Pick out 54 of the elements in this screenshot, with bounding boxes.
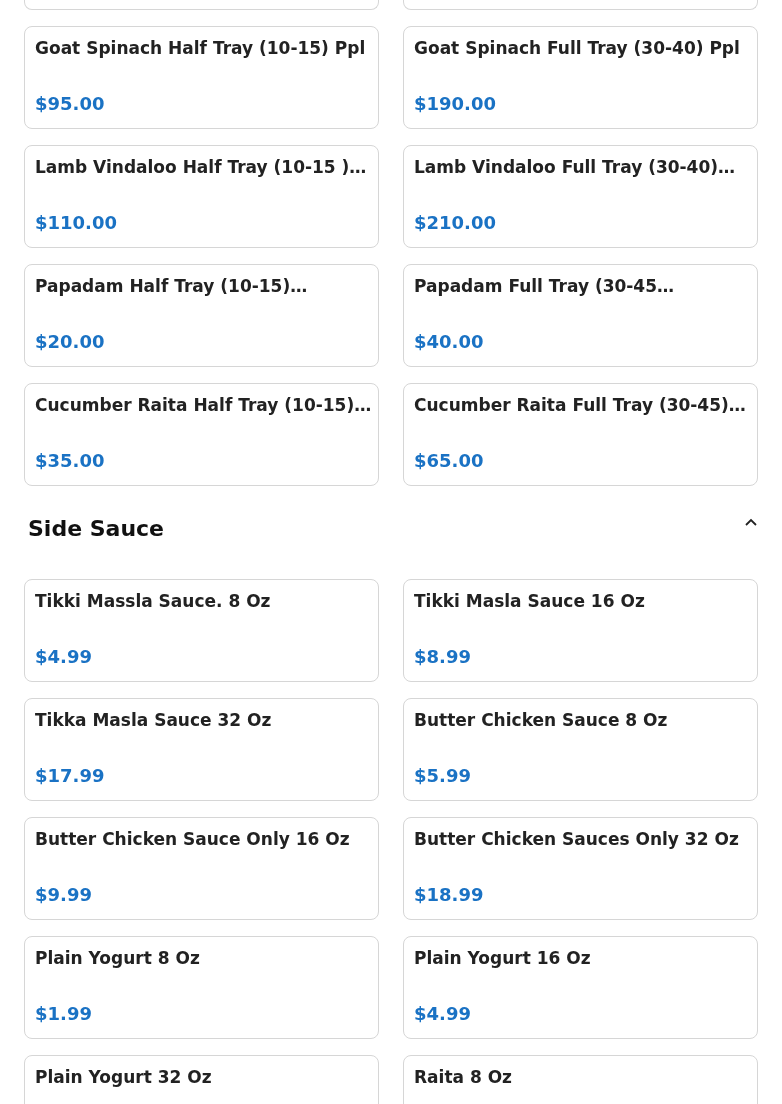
item-price: $20.00 xyxy=(35,331,106,352)
item-price: $40.00 xyxy=(414,331,485,352)
menu-item-card[interactable]: Tikka Masla Sauce 32 Oz $17.99 xyxy=(24,698,379,801)
item-name: Raita 8 Oz xyxy=(414,1067,513,1087)
item-name: Lamb Vindaloo Full Tray (30-40)… xyxy=(414,157,737,177)
menu-item-card[interactable]: Plain Yogurt 32 Oz xyxy=(24,1055,379,1104)
menu-item-card[interactable]: Plain Yogurt 16 Oz $4.99 xyxy=(403,936,758,1039)
menu-item-card[interactable]: Butter Chicken Sauce 8 Oz $5.99 xyxy=(403,698,758,801)
menu-item-card[interactable]: Goat Spinach Half Tray (10-15) Ppl $95.00 xyxy=(24,26,379,129)
item-price: $35.00 xyxy=(35,450,106,471)
item-name: Tikki Masla Sauce 16 Oz xyxy=(414,591,646,611)
item-price: $8.99 xyxy=(414,646,472,667)
item-price: $95.00 xyxy=(35,93,106,114)
item-price: $5.99 xyxy=(414,765,472,786)
menu-item-card[interactable]: Tikki Masla Sauce 16 Oz $8.99 xyxy=(403,579,758,682)
item-name: Goat Spinach Half Tray (10-15) Ppl xyxy=(35,38,367,58)
item-price: $18.99 xyxy=(414,884,485,905)
menu-item-card[interactable]: Tikki Massla Sauce. 8 Oz $4.99 xyxy=(24,579,379,682)
item-name: Lamb Vindaloo Half Tray (10-15 )… xyxy=(35,157,368,177)
menu-item-card[interactable]: Lamb Vindaloo Full Tray (30-40)… $210.00 xyxy=(403,145,758,248)
item-price: $9.99 xyxy=(35,884,93,905)
menu-item-card[interactable]: Papadam Full Tray (30-45… $40.00 xyxy=(403,264,758,367)
item-price: $65.00 xyxy=(414,450,485,471)
item-name: Papadam Full Tray (30-45… xyxy=(414,276,676,296)
item-name: Cucumber Raita Full Tray (30-45)… xyxy=(414,395,747,415)
menu-item-card[interactable]: Cucumber Raita Full Tray (30-45)… $65.00 xyxy=(403,383,758,486)
item-name: Papadam Half Tray (10-15)… xyxy=(35,276,309,296)
item-name: Butter Chicken Sauce Only 16 Oz xyxy=(35,829,351,849)
item-name: Plain Yogurt 8 Oz xyxy=(35,948,201,968)
item-name: Cucumber Raita Half Tray (10-15)… xyxy=(35,395,368,415)
item-name: Goat Spinach Full Tray (30-40) Ppl xyxy=(414,38,741,58)
item-price: $4.99 xyxy=(35,646,93,667)
menu-item-card[interactable]: Lamb Vindaloo Half Tray (10-15 )… $110.00 xyxy=(24,145,379,248)
chevron-up-icon[interactable] xyxy=(744,516,758,527)
item-name: Tikka Masla Sauce 32 Oz xyxy=(35,710,273,730)
item-name: Tikki Massla Sauce. 8 Oz xyxy=(35,591,272,611)
item-price: $17.99 xyxy=(35,765,106,786)
item-name: Butter Chicken Sauce 8 Oz xyxy=(414,710,669,730)
menu-item-card[interactable]: Plain Yogurt 8 Oz $1.99 xyxy=(24,936,379,1039)
item-name: Plain Yogurt 32 Oz xyxy=(35,1067,213,1087)
menu-item-card[interactable]: Cucumber Raita Half Tray (10-15)… $35.00 xyxy=(24,383,379,486)
menu-item-card[interactable]: Goat Spinach Full Tray (30-40) Ppl $190.00 xyxy=(403,26,758,129)
item-price: $110.00 xyxy=(35,212,118,233)
item-price: $190.00 xyxy=(414,93,497,114)
menu-item-card[interactable]: Butter Chicken Sauce Only 16 Oz $9.99 xyxy=(24,817,379,920)
menu-item-card[interactable]: Raita 8 Oz xyxy=(403,1055,758,1104)
section-title: Side Sauce xyxy=(28,516,165,541)
menu-item-card[interactable]: Papadam Half Tray (10-15)… $20.00 xyxy=(24,264,379,367)
menu-item-card[interactable]: Butter Chicken Sauces Only 32 Oz $18.99 xyxy=(403,817,758,920)
item-name: Plain Yogurt 16 Oz xyxy=(414,948,592,968)
item-price: $210.00 xyxy=(414,212,497,233)
item-name: Butter Chicken Sauces Only 32 Oz xyxy=(414,829,740,849)
item-price: $1.99 xyxy=(35,1003,93,1024)
item-price: $4.99 xyxy=(414,1003,472,1024)
